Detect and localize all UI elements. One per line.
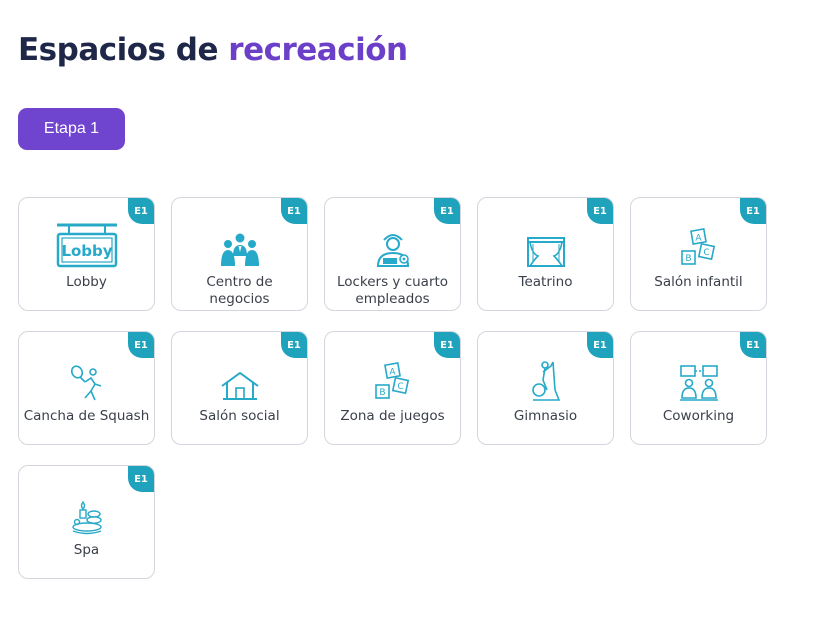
stage-badge: E1 <box>128 332 154 358</box>
space-card-centro-de-negocios[interactable]: E1 Centro de negocios <box>171 197 308 311</box>
stage-badge: E1 <box>434 198 460 224</box>
space-label: Gimnasio <box>513 408 578 424</box>
squash-player-icon <box>55 358 119 402</box>
space-card-salon-social[interactable]: E1 Salón social <box>171 331 308 445</box>
space-label: Coworking <box>662 408 735 424</box>
space-label: Zona de juegos <box>340 408 445 424</box>
house-icon <box>208 358 272 402</box>
svg-text:B: B <box>379 388 385 398</box>
svg-text:Lobby: Lobby <box>61 242 112 260</box>
space-card-coworking[interactable]: E1 Coworking <box>630 331 767 445</box>
stage-badge: E1 <box>740 198 766 224</box>
svg-text:B: B <box>685 254 691 264</box>
space-card-salon-infantil[interactable]: E1 A B C Salón infantil <box>630 197 767 311</box>
space-label: Cancha de Squash <box>23 408 150 424</box>
svg-text:A: A <box>389 368 396 378</box>
business-people-icon <box>208 224 272 268</box>
stage-badge: E1 <box>587 332 613 358</box>
spa-stones-icon <box>55 492 119 536</box>
elliptical-machine-icon <box>514 358 578 402</box>
space-card-spa[interactable]: E1 Spa <box>18 465 155 579</box>
page-title-main: Espacios de <box>18 32 229 68</box>
space-label: Teatrino <box>518 274 573 290</box>
space-card-lobby[interactable]: E1 Lobby Lobby <box>18 197 155 311</box>
stage-badge: E1 <box>587 198 613 224</box>
theater-curtain-icon <box>514 224 578 268</box>
stage-badge: E1 <box>434 332 460 358</box>
stage-badge: E1 <box>281 332 307 358</box>
abc-blocks-icon: A B C <box>667 224 731 268</box>
space-card-zona-de-juegos[interactable]: E1 A B C Zona de juegos <box>324 331 461 445</box>
svg-text:A: A <box>695 234 702 244</box>
stage-badge: E1 <box>281 198 307 224</box>
coworking-people-icon <box>667 358 731 402</box>
space-card-teatrino[interactable]: E1 Teatrino <box>477 197 614 311</box>
svg-text:C: C <box>397 382 403 392</box>
space-label: Spa <box>73 542 100 558</box>
employee-icon <box>361 224 425 268</box>
space-label: Salón infantil <box>654 274 743 290</box>
spaces-grid: E1 Lobby Lobby E1 Centro de negocios E1 … <box>18 197 767 579</box>
stage-badge: E1 <box>128 466 154 492</box>
svg-text:C: C <box>703 248 709 258</box>
space-label: Lobby <box>66 274 107 290</box>
page-title: Espacios de recreación <box>18 32 408 68</box>
space-card-gimnasio[interactable]: E1 Gimnasio <box>477 331 614 445</box>
abc-blocks-icon: A B C <box>361 358 425 402</box>
stage-1-button[interactable]: Etapa 1 <box>18 108 125 150</box>
page-title-accent: recreación <box>228 32 408 68</box>
space-card-lockers-y-cuarto-empleados[interactable]: E1 Lockers y cuarto empleados <box>324 197 461 311</box>
stage-badge: E1 <box>740 332 766 358</box>
lobby-sign-icon: Lobby <box>55 223 119 268</box>
space-label: Centro de negocios <box>206 274 273 307</box>
stage-badge: E1 <box>128 198 154 224</box>
space-label: Lockers y cuarto empleados <box>336 274 449 307</box>
space-label: Salón social <box>199 408 280 424</box>
space-card-cancha-de-squash[interactable]: E1 Cancha de Squash <box>18 331 155 445</box>
